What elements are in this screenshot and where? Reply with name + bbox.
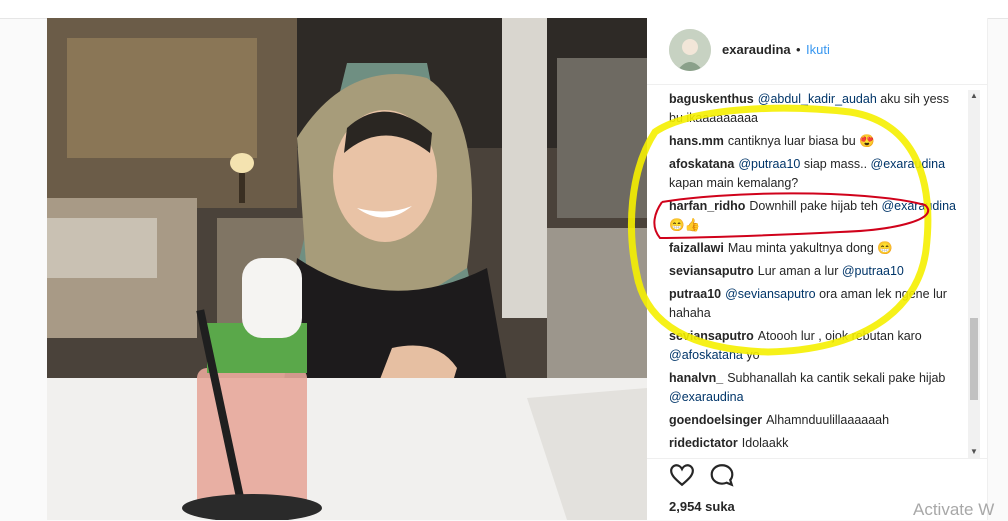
comment-mention-link[interactable]: @exaraudina <box>669 390 744 404</box>
post-header: exaraudina • Ikuti <box>647 18 987 85</box>
comment-text: Alhamnduulillaaaaaah <box>766 413 890 427</box>
comments-scrollbar[interactable]: ▲ ▼ <box>968 90 980 458</box>
comment-text: Atoooh lur , ojok rebutan karo <box>757 329 922 343</box>
comment-username[interactable]: afoskatana <box>669 157 734 171</box>
like-count[interactable]: 2,954 suka <box>669 499 735 514</box>
comments-list[interactable]: baguskenthus @abdul_kadir_audah aku sih y… <box>669 90 965 456</box>
comment-mention-link[interactable]: @putraa10 <box>842 264 904 278</box>
post-photo[interactable] <box>47 18 647 520</box>
comment-username[interactable]: faizallawi <box>669 241 724 255</box>
comment-text: Downhill pake hijab teh <box>749 199 882 213</box>
comment-username[interactable]: seviansaputro <box>669 264 754 278</box>
heart-outline-icon[interactable] <box>669 462 695 488</box>
comment-mention-link[interactable]: @exaraudina <box>871 157 946 171</box>
comment-text: siap mass.. <box>800 157 871 171</box>
scroll-thumb[interactable] <box>970 318 978 400</box>
comment-username[interactable]: seviansaputro <box>669 329 754 343</box>
comment-mention-link[interactable]: @afoskatana <box>669 348 743 362</box>
comment-item: ridedictator Idolaakk <box>669 434 965 453</box>
comment-item: faizallawi Mau minta yakultnya dong 😁 <box>669 239 965 258</box>
comment-username[interactable]: goendoelsinger <box>669 413 762 427</box>
comment-item: seviansaputro Lur aman a lur @putraa10 <box>669 262 965 281</box>
browser-top-bar <box>0 0 1008 19</box>
avatar[interactable] <box>669 29 711 71</box>
comment-item: putraa10 @seviansaputro ora aman lek ngen… <box>669 285 965 323</box>
comment-username[interactable]: hanalvn_ <box>669 371 723 385</box>
scroll-down-arrow-icon[interactable]: ▼ <box>968 446 980 458</box>
activate-windows-watermark: Activate W <box>913 500 995 519</box>
comment-text: Subhanallah ka cantik sekali pake hijab <box>727 371 946 385</box>
comment-text: Lur aman a lur <box>757 264 842 278</box>
comment-text: 😁👍 <box>669 218 701 232</box>
comment-item: hanalvn_ Subhanallah ka cantik sekali pak… <box>669 369 965 407</box>
comment-item: afoskatana @putraa10 siap mass.. @exaraud… <box>669 155 965 193</box>
scroll-up-arrow-icon[interactable]: ▲ <box>968 90 980 102</box>
comment-text: Mau minta yakultnya dong 😁 <box>727 241 893 255</box>
comment-username[interactable]: putraa10 <box>669 287 721 301</box>
comment-item: goendoelsinger Alhamnduulillaaaaaah <box>669 411 965 430</box>
post-side-panel: exaraudina • Ikuti baguskenthus @abdul_ka… <box>647 18 988 520</box>
comment-text: kapan main kemalang? <box>669 176 799 190</box>
speech-bubble-icon[interactable] <box>709 462 735 488</box>
comment-username[interactable]: harfan_ridho <box>669 199 745 213</box>
comment-mention-link[interactable]: @abdul_kadir_audah <box>758 92 877 106</box>
comment-username[interactable]: ridedictator <box>669 436 738 450</box>
comment-mention-link[interactable]: @seviansaputro <box>725 287 816 301</box>
photo-illustration <box>47 18 647 520</box>
header-separator: • <box>796 42 801 57</box>
comment-mention-link[interactable]: @exaraudina <box>881 199 956 213</box>
comment-text: yo <box>742 348 760 362</box>
comment-item: seviansaputro Atoooh lur , ojok rebutan k… <box>669 327 965 365</box>
follow-button[interactable]: Ikuti <box>806 42 830 57</box>
comment-username[interactable]: hans.mm <box>669 134 724 148</box>
post-username[interactable]: exaraudina <box>722 42 791 57</box>
comment-item: hans.mm cantiknya luar biasa bu 😍 <box>669 132 965 151</box>
comment-mention-link[interactable]: @putraa10 <box>738 157 800 171</box>
comment-item: harfan_ridho Downhill pake hijab teh @exa… <box>669 197 965 235</box>
comment-text: cantiknya luar biasa bu 😍 <box>727 134 875 148</box>
comment-item: baguskenthus @abdul_kadir_audah aku sih y… <box>669 90 965 128</box>
comment-username[interactable]: baguskenthus <box>669 92 754 106</box>
comment-text: Idolaakk <box>741 436 789 450</box>
